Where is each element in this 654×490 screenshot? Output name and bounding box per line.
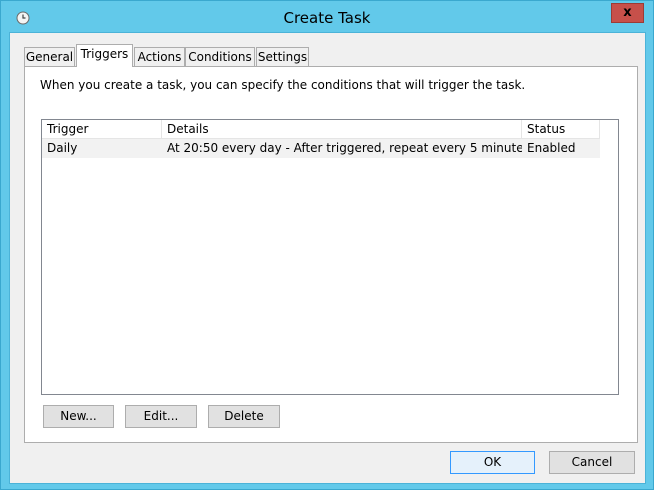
title-bar[interactable]: Create Task x — [1, 1, 653, 33]
trigger-cell: Daily — [47, 141, 78, 155]
column-header-trigger[interactable]: Trigger — [42, 120, 162, 139]
create-task-dialog: Create Task x General Triggers Actions C… — [0, 0, 654, 490]
list-header: Trigger Details Status — [42, 120, 618, 139]
delete-trigger-button[interactable]: Delete — [208, 405, 280, 428]
column-header-status[interactable]: Status — [522, 120, 600, 139]
window-title: Create Task — [283, 9, 371, 27]
status-cell: Enabled — [527, 141, 576, 155]
tab-actions[interactable]: Actions — [134, 47, 185, 67]
close-button[interactable]: x — [611, 3, 644, 23]
column-header-details[interactable]: Details — [162, 120, 522, 139]
triggers-list[interactable]: Trigger Details Status Daily At 20:50 ev… — [41, 119, 619, 395]
triggers-panel: When you create a task, you can specify … — [24, 66, 638, 443]
table-row[interactable]: Daily At 20:50 every day - After trigger… — [42, 139, 600, 158]
ok-button[interactable]: OK — [450, 451, 535, 474]
dialog-body: General Triggers Actions Conditions Sett… — [9, 32, 646, 484]
tab-general[interactable]: General — [24, 47, 75, 67]
close-icon: x — [623, 5, 632, 20]
edit-trigger-button[interactable]: Edit... — [125, 405, 197, 428]
new-trigger-button[interactable]: New... — [43, 405, 114, 428]
tab-triggers[interactable]: Triggers — [76, 44, 133, 67]
tab-settings[interactable]: Settings — [256, 47, 309, 67]
triggers-hint-text: When you create a task, you can specify … — [40, 78, 526, 92]
details-cell: At 20:50 every day - After triggered, re… — [167, 141, 522, 155]
tab-conditions[interactable]: Conditions — [185, 47, 255, 67]
cancel-button[interactable]: Cancel — [549, 451, 635, 474]
